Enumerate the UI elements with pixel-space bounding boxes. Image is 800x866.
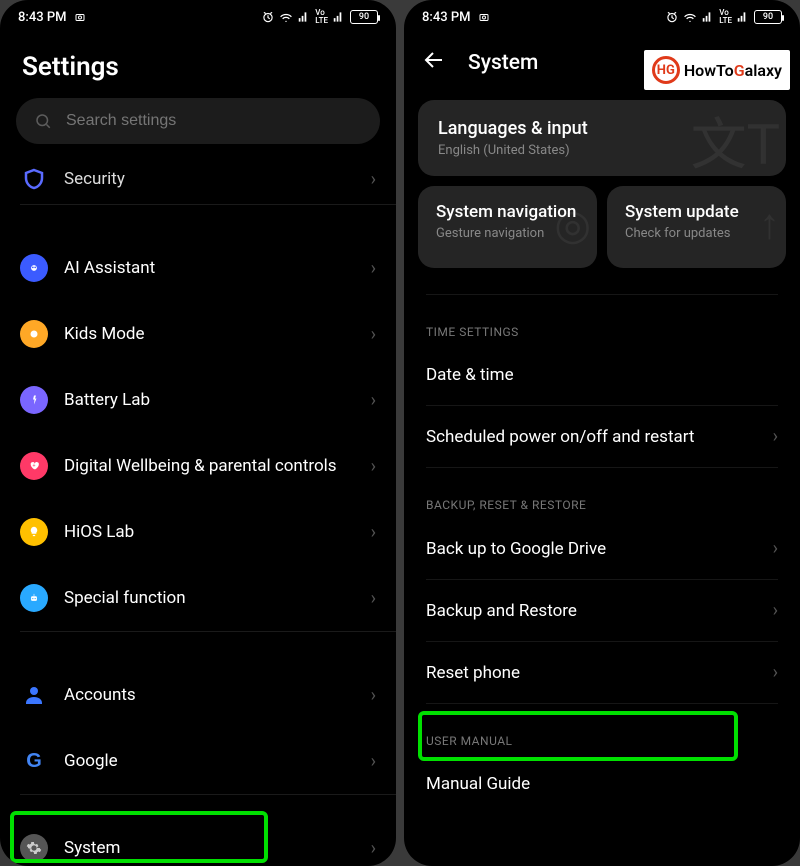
row-hios-lab[interactable]: HiOS Lab › [0, 499, 396, 565]
wifi-icon [683, 10, 697, 24]
page-title: Settings [0, 34, 396, 98]
phone-system: 8:43 PM VoLTE 90 System HG HowToGalaxy 文… [404, 0, 800, 866]
battery-icon: 90 [754, 10, 782, 24]
status-bar: 8:43 PM VoLTE 90 [0, 0, 396, 34]
row-google[interactable]: G Google › [0, 728, 396, 794]
search-bar[interactable] [16, 98, 380, 144]
phone-settings: 8:43 PM VoLTE 90 Settings Security › [0, 0, 396, 866]
page-title: System [468, 51, 538, 75]
row-special-function[interactable]: Special function › [0, 565, 396, 631]
row-accounts[interactable]: Accounts › [0, 662, 396, 728]
row-reset-phone[interactable]: Reset phone › [404, 642, 800, 703]
section-user-manual: USER MANUAL [404, 704, 800, 754]
section-time-settings: TIME SETTINGS [404, 295, 800, 345]
bulb-icon [20, 518, 48, 546]
clock: 8:43 PM [422, 10, 471, 25]
robot-icon [20, 584, 48, 612]
card-update[interactable]: ↑ System update Check for updates [607, 186, 786, 268]
card-navigation[interactable]: ◎ System navigation Gesture navigation [418, 186, 597, 268]
search-icon [34, 112, 52, 130]
signal-2-icon [332, 10, 346, 24]
row-system[interactable]: System › [0, 815, 396, 866]
alarm-icon [665, 10, 679, 24]
card-languages[interactable]: 文T Languages & input English (United Sta… [418, 100, 786, 176]
gear-icon [20, 834, 48, 862]
chevron-right-icon: › [773, 600, 778, 621]
row-security[interactable]: Security › [0, 154, 396, 204]
assistant-icon [20, 254, 48, 282]
person-icon [20, 681, 48, 709]
row-ai-assistant[interactable]: AI Assistant › [0, 235, 396, 301]
svg-text:+: + [33, 463, 36, 469]
row-scheduled-power[interactable]: Scheduled power on/off and restart › [404, 406, 800, 467]
signal-2-icon [736, 10, 750, 24]
clock: 8:43 PM [18, 10, 67, 25]
lte-label: VoLTE [719, 9, 732, 25]
back-button[interactable] [422, 48, 446, 78]
update-watermark-icon: ↑ [759, 200, 780, 249]
row-backup-drive[interactable]: Back up to Google Drive › [404, 518, 800, 579]
battery-lab-icon [20, 386, 48, 414]
search-input[interactable] [66, 112, 362, 130]
signal-1-icon [297, 10, 311, 24]
translate-watermark-icon: 文T [691, 100, 780, 176]
row-manual-guide[interactable]: Manual Guide [404, 754, 800, 794]
watermark-logo: HG HowToGalaxy [644, 50, 790, 90]
camera-indicator-icon [73, 10, 87, 24]
row-wellbeing[interactable]: + Digital Wellbeing & parental controls … [0, 433, 396, 499]
chevron-right-icon: › [773, 662, 778, 683]
status-bar: 8:43 PM VoLTE 90 [404, 0, 800, 34]
heart-icon: + [20, 452, 48, 480]
chevron-right-icon: › [371, 838, 376, 859]
wifi-icon [279, 10, 293, 24]
nav-watermark-icon: ◎ [554, 200, 591, 250]
row-backup-restore[interactable]: Backup and Restore › [404, 580, 800, 641]
signal-1-icon [701, 10, 715, 24]
chevron-right-icon: › [371, 258, 376, 279]
kids-icon [20, 320, 48, 348]
camera-indicator-icon [477, 10, 491, 24]
chevron-right-icon: › [371, 522, 376, 543]
chevron-right-icon: › [773, 538, 778, 559]
chevron-right-icon: › [371, 169, 376, 190]
chevron-right-icon: › [371, 685, 376, 706]
row-date-time[interactable]: Date & time [404, 345, 800, 405]
chevron-right-icon: › [371, 456, 376, 477]
shield-icon [20, 165, 48, 193]
chevron-right-icon: › [371, 324, 376, 345]
row-kids-mode[interactable]: Kids Mode › [0, 301, 396, 367]
chevron-right-icon: › [371, 390, 376, 411]
chevron-right-icon: › [371, 751, 376, 772]
alarm-icon [261, 10, 275, 24]
battery-icon: 90 [350, 10, 378, 24]
section-backup: BACKUP, RESET & RESTORE [404, 468, 800, 518]
chevron-right-icon: › [773, 426, 778, 447]
lte-label: VoLTE [315, 9, 328, 25]
google-icon: G [20, 747, 48, 775]
chevron-right-icon: › [371, 588, 376, 609]
row-battery-lab[interactable]: Battery Lab › [0, 367, 396, 433]
